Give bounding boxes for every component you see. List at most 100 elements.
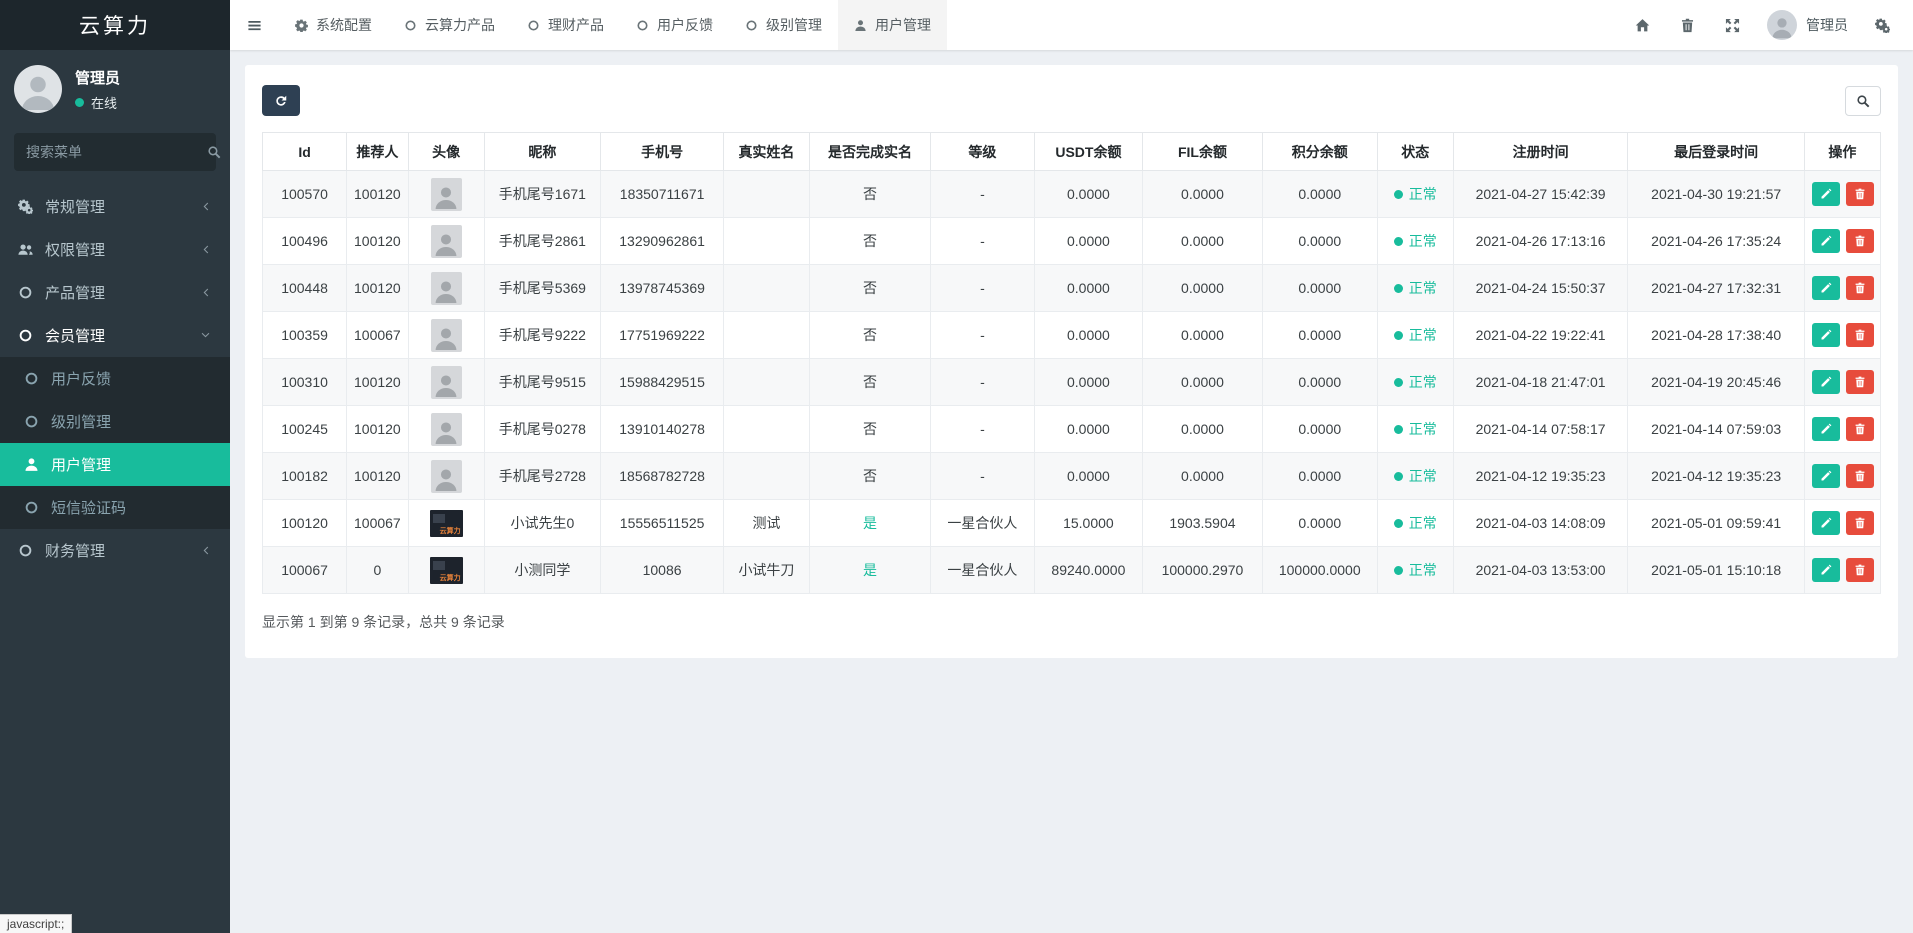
table-body: 100570100120手机尾号167118350711671否-0.00000…	[263, 171, 1881, 594]
sidebar-item-4[interactable]: 用户反馈	[0, 357, 230, 400]
nav-tab-0[interactable]: 系统配置	[279, 0, 388, 50]
topbar-user-menu[interactable]: 管理员	[1755, 0, 1860, 50]
cell-usdt: 0.0000	[1034, 312, 1142, 359]
table-row: 100245100120手机尾号027813910140278否-0.00000…	[263, 406, 1881, 453]
cell-status: 正常	[1377, 359, 1453, 406]
sidebar-item-2[interactable]: 产品管理	[0, 271, 230, 314]
status-badge: 正常	[1394, 278, 1437, 298]
edit-button[interactable]	[1812, 276, 1840, 300]
sidebar-search-input[interactable]	[26, 144, 207, 160]
delete-button[interactable]	[1846, 511, 1874, 535]
settings-button[interactable]	[1860, 0, 1905, 50]
edit-button[interactable]	[1812, 417, 1840, 441]
sidebar-item-label: 常规管理	[45, 196, 105, 217]
pencil-icon	[1820, 470, 1832, 482]
app-logo[interactable]: 云算力	[0, 0, 230, 50]
content-area: Id推荐人头像昵称手机号真实姓名是否完成实名等级USDT余额FIL余额积分余额状…	[230, 50, 1913, 933]
nav-tab-4[interactable]: 级别管理	[729, 0, 838, 50]
table-row: 1000670云算力小测同学10086小试牛刀是一星合伙人89240.00001…	[263, 547, 1881, 594]
cell-phone: 13978745369	[601, 265, 724, 312]
trash-icon	[1680, 18, 1695, 33]
nav-tab-3[interactable]: 用户反馈	[620, 0, 729, 50]
sidebar: 云算力 管理员 在线 常规管理权限管理产品管理会员管理用户反馈级别管理用户管理短…	[0, 0, 230, 933]
sidebar-item-5[interactable]: 级别管理	[0, 400, 230, 443]
delete-button[interactable]	[1846, 276, 1874, 300]
cell-verified: 否	[809, 406, 930, 453]
column-header: 是否完成实名	[809, 133, 930, 171]
cell-nickname: 手机尾号2861	[484, 218, 600, 265]
sidebar-toggle-button[interactable]	[230, 0, 279, 50]
table-row: 100182100120手机尾号272818568782728否-0.00000…	[263, 453, 1881, 500]
sidebar-item-3[interactable]: 会员管理	[0, 314, 230, 357]
cell-avatar: 云算力	[408, 547, 484, 594]
edit-button[interactable]	[1812, 370, 1840, 394]
home-button[interactable]	[1620, 0, 1665, 50]
edit-button[interactable]	[1812, 558, 1840, 582]
cell-actions	[1804, 359, 1880, 406]
cell-fil: 1903.5904	[1143, 500, 1263, 547]
pencil-icon	[1820, 376, 1832, 388]
cell-registered: 2021-04-18 21:47:01	[1453, 359, 1628, 406]
sidebar-item-8[interactable]: 财务管理	[0, 529, 230, 572]
edit-button[interactable]	[1812, 229, 1840, 253]
edit-button[interactable]	[1812, 323, 1840, 347]
delete-button[interactable]	[1846, 417, 1874, 441]
sidebar-item-1[interactable]: 权限管理	[0, 228, 230, 271]
gears-icon	[1875, 18, 1890, 33]
cell-real_name: 测试	[724, 500, 810, 547]
cell-points: 0.0000	[1262, 265, 1377, 312]
cell-phone: 17751969222	[601, 312, 724, 359]
sidebar-item-label: 用户管理	[51, 454, 111, 475]
status-label: 正常	[1409, 372, 1437, 392]
fullscreen-button[interactable]	[1710, 0, 1755, 50]
gears-icon	[16, 199, 34, 214]
trash-button[interactable]	[1665, 0, 1710, 50]
cell-phone: 13290962861	[601, 218, 724, 265]
nav-tab-2[interactable]: 理财产品	[511, 0, 620, 50]
column-header: 状态	[1377, 133, 1453, 171]
cell-points: 0.0000	[1262, 500, 1377, 547]
delete-button[interactable]	[1846, 370, 1874, 394]
delete-button[interactable]	[1846, 323, 1874, 347]
cell-level: -	[931, 406, 1035, 453]
sidebar-item-0[interactable]: 常规管理	[0, 185, 230, 228]
status-badge: 正常	[1394, 419, 1437, 439]
edit-button[interactable]	[1812, 511, 1840, 535]
cell-registered: 2021-04-03 13:53:00	[1453, 547, 1628, 594]
sidebar-item-7[interactable]: 短信验证码	[0, 486, 230, 529]
refresh-button[interactable]	[262, 85, 300, 116]
cell-fil: 0.0000	[1143, 312, 1263, 359]
cell-real_name: 小试牛刀	[724, 547, 810, 594]
column-header: FIL余额	[1143, 133, 1263, 171]
sidebar-item-label: 产品管理	[45, 282, 105, 303]
cell-referrer: 100120	[347, 171, 408, 218]
nav-tab-5[interactable]: 用户管理	[838, 0, 947, 50]
avatar-placeholder-image	[431, 178, 462, 211]
sidebar-item-6[interactable]: 用户管理	[0, 443, 230, 486]
pencil-icon	[1820, 564, 1832, 576]
delete-button[interactable]	[1846, 182, 1874, 206]
avatar-logo-text: 云算力	[440, 526, 461, 536]
delete-button[interactable]	[1846, 229, 1874, 253]
edit-button[interactable]	[1812, 464, 1840, 488]
cell-last_login: 2021-04-14 07:59:03	[1628, 406, 1804, 453]
cell-real_name	[724, 406, 810, 453]
table-row: 100496100120手机尾号286113290962861否-0.00000…	[263, 218, 1881, 265]
status-dot-icon	[1394, 237, 1403, 246]
cell-phone: 18568782728	[601, 453, 724, 500]
table-search-button[interactable]	[1845, 86, 1881, 116]
circle-o-icon	[745, 19, 758, 32]
table-row: 100570100120手机尾号167118350711671否-0.00000…	[263, 171, 1881, 218]
nav-tab-1[interactable]: 云算力产品	[388, 0, 511, 50]
cell-nickname: 手机尾号1671	[484, 171, 600, 218]
sidebar-search	[14, 133, 216, 171]
delete-button[interactable]	[1846, 558, 1874, 582]
circle-o-icon	[404, 19, 417, 32]
cell-avatar	[408, 359, 484, 406]
cell-last_login: 2021-04-19 20:45:46	[1628, 359, 1804, 406]
status-label: 正常	[1409, 278, 1437, 298]
cell-level: -	[931, 312, 1035, 359]
delete-button[interactable]	[1846, 464, 1874, 488]
cell-nickname: 手机尾号9515	[484, 359, 600, 406]
edit-button[interactable]	[1812, 182, 1840, 206]
